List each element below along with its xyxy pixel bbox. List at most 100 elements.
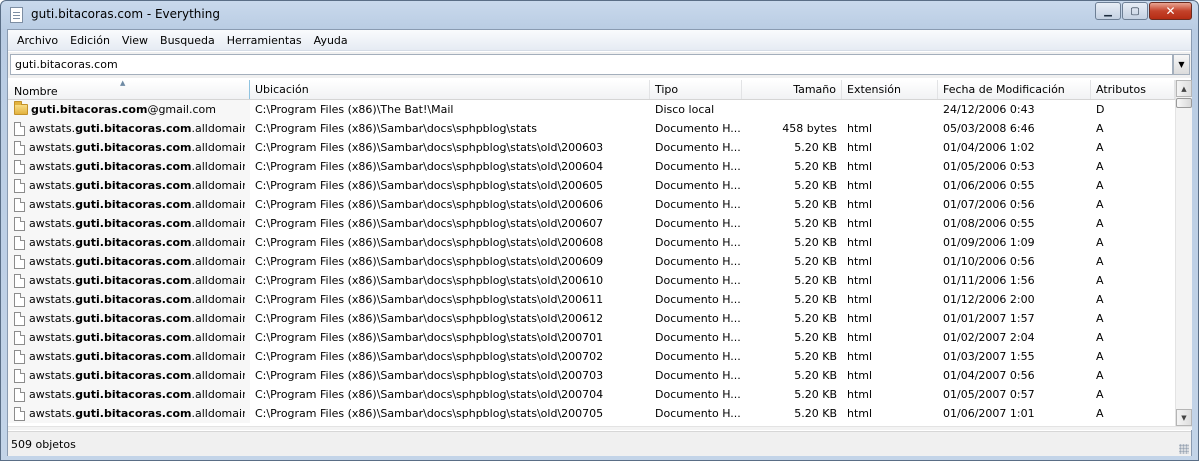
name-suffix: .alldomains.... [191, 141, 246, 154]
table-row[interactable]: awstats.guti.bitacoras.com.alldomains...… [8, 252, 1175, 271]
cell-name[interactable]: awstats.guti.bitacoras.com.alldomains...… [8, 252, 250, 271]
column-tipo[interactable]: Tipo [650, 80, 742, 99]
menu-ayuda[interactable]: Ayuda [308, 34, 354, 47]
cell-size: 5.20 KB [794, 331, 837, 344]
name-suffix: .alldomains.... [191, 407, 246, 420]
cell-name[interactable]: awstats.guti.bitacoras.com.alldomains...… [8, 366, 250, 385]
cell-location: C:\Program Files (x86)\Sambar\docs\sphpb… [255, 331, 604, 344]
column-nombre[interactable]: ▲ Nombre [8, 80, 250, 99]
horizontal-scrollbar[interactable] [8, 426, 1192, 430]
table-row[interactable]: awstats.guti.bitacoras.com.alldomains...… [8, 290, 1175, 309]
column-extension[interactable]: Extensión [842, 80, 938, 99]
table-row[interactable]: guti.bitacoras.com@gmail.com C:\Program F… [8, 100, 1175, 119]
minimize-button[interactable]: ▁ [1095, 2, 1121, 20]
vertical-scrollbar[interactable]: ▲ ▼ [1175, 80, 1192, 426]
menu-herramientas[interactable]: Herramientas [221, 34, 308, 47]
menu-view[interactable]: View [116, 34, 154, 47]
cell-modified: 01/04/2007 0:56 [943, 369, 1035, 382]
table-row[interactable]: awstats.guti.bitacoras.com.alldomains...… [8, 328, 1175, 347]
column-fecha[interactable]: Fecha de Modificación [938, 80, 1091, 99]
cell-modified: 01/06/2007 1:01 [943, 407, 1035, 420]
file-name: awstats.guti.bitacoras.com.alldomains...… [29, 195, 245, 214]
table-row[interactable]: awstats.guti.bitacoras.com.alldomains...… [8, 157, 1175, 176]
name-match: guti.bitacoras.com [75, 274, 192, 287]
app-window: guti.bitacoras.com - Everything ▁ ▢ ✕ Ar… [0, 0, 1199, 461]
name-suffix: .alldomains.... [191, 179, 246, 192]
name-prefix: awstats. [29, 350, 76, 363]
name-prefix: awstats. [29, 236, 76, 249]
table-row[interactable]: awstats.guti.bitacoras.com.alldomains...… [8, 195, 1175, 214]
cell-name[interactable]: awstats.guti.bitacoras.com.alldomains...… [8, 328, 250, 347]
file-name: guti.bitacoras.com@gmail.com [31, 100, 216, 119]
name-match: guti.bitacoras.com [75, 236, 192, 249]
cell-extension: html [847, 388, 873, 401]
cell-type: Documento H... [655, 293, 741, 306]
cell-name[interactable]: awstats.guti.bitacoras.com.alldomains...… [8, 195, 250, 214]
table-row[interactable]: awstats.guti.bitacoras.com.alldomains...… [8, 347, 1175, 366]
table-row[interactable]: awstats.guti.bitacoras.com.alldomains...… [8, 176, 1175, 195]
maximize-button[interactable]: ▢ [1122, 2, 1148, 20]
name-prefix: awstats. [29, 293, 76, 306]
table-row[interactable]: awstats.guti.bitacoras.com.alldomains...… [8, 309, 1175, 328]
title-bar[interactable]: guti.bitacoras.com - Everything ▁ ▢ ✕ [1, 1, 1198, 29]
column-atributos[interactable]: Atributos [1091, 80, 1175, 99]
table-row[interactable]: awstats.guti.bitacoras.com.alldomains...… [8, 271, 1175, 290]
scroll-up-button[interactable]: ▲ [1176, 80, 1192, 97]
cell-size [742, 100, 842, 119]
cell-extension: html [847, 141, 873, 154]
table-row[interactable]: awstats.guti.bitacoras.com.alldomains...… [8, 233, 1175, 252]
cell-name[interactable]: awstats.guti.bitacoras.com.alldomains...… [8, 214, 250, 233]
table-row[interactable]: awstats.guti.bitacoras.com.alldomains...… [8, 138, 1175, 157]
cell-attributes: A [1096, 407, 1104, 420]
column-tamano[interactable]: Tamaño [742, 80, 842, 99]
cell-name[interactable]: awstats.guti.bitacoras.com.alldomains...… [8, 233, 250, 252]
cell-type: Documento H... [655, 388, 741, 401]
menu-archivo[interactable]: Archivo [11, 34, 64, 47]
name-prefix: awstats. [29, 312, 76, 325]
cell-name[interactable]: awstats.guti.bitacoras.com.alldomains...… [8, 290, 250, 309]
cell-name[interactable]: awstats.guti.bitacoras.com.alldomains...… [8, 347, 250, 366]
cell-type: Documento H... [655, 255, 741, 268]
menu-busqueda[interactable]: Busqueda [154, 34, 221, 47]
scroll-down-button[interactable]: ▼ [1176, 409, 1192, 426]
cell-name[interactable]: awstats.guti.bitacoras.com.alldomains...… [8, 119, 250, 138]
cell-name[interactable]: awstats.guti.bitacoras.com.alldomains...… [8, 271, 250, 290]
table-row[interactable]: awstats.guti.bitacoras.com.alldomains...… [8, 404, 1175, 423]
cell-name[interactable]: awstats.guti.bitacoras.com.alldomains...… [8, 404, 250, 423]
menu-edicion[interactable]: Edición [64, 34, 116, 47]
table-row[interactable]: awstats.guti.bitacoras.com.alldomains...… [8, 366, 1175, 385]
cell-extension: html [847, 122, 873, 135]
cell-type: Documento H... [655, 274, 741, 287]
cell-modified: 01/05/2007 0:57 [943, 388, 1035, 401]
cell-modified: 01/01/2007 1:57 [943, 312, 1035, 325]
file-name: awstats.guti.bitacoras.com.alldomains...… [29, 347, 245, 366]
cell-attributes: A [1096, 293, 1104, 306]
name-prefix: awstats. [29, 274, 76, 287]
name-match: guti.bitacoras.com [75, 141, 192, 154]
cell-location: C:\Program Files (x86)\Sambar\docs\sphpb… [255, 217, 604, 230]
cell-name[interactable]: awstats.guti.bitacoras.com.alldomains...… [8, 385, 250, 404]
cell-location: C:\Program Files (x86)\Sambar\docs\sphpb… [255, 236, 604, 249]
cell-name[interactable]: awstats.guti.bitacoras.com.alldomains...… [8, 138, 250, 157]
cell-attributes: A [1096, 369, 1104, 382]
table-row[interactable]: awstats.guti.bitacoras.com.alldomains...… [8, 385, 1175, 404]
table-row[interactable]: awstats.guti.bitacoras.com.alldomains...… [8, 119, 1175, 138]
status-bar: 509 objetos [8, 431, 1191, 456]
cell-name[interactable]: guti.bitacoras.com@gmail.com [8, 100, 250, 119]
table-row[interactable]: awstats.guti.bitacoras.com.alldomains...… [8, 214, 1175, 233]
name-prefix: awstats. [29, 255, 76, 268]
column-ubicacion[interactable]: Ubicación [250, 80, 650, 99]
search-history-dropdown[interactable]: ▼ [1173, 54, 1190, 75]
name-prefix: awstats. [29, 198, 76, 211]
cell-name[interactable]: awstats.guti.bitacoras.com.alldomains...… [8, 309, 250, 328]
close-button[interactable]: ✕ [1149, 2, 1192, 20]
search-input[interactable] [10, 54, 1173, 75]
name-prefix: awstats. [29, 407, 76, 420]
scroll-thumb[interactable] [1176, 98, 1192, 108]
name-suffix: .alldomains.... [191, 160, 246, 173]
cell-attributes: A [1096, 274, 1104, 287]
cell-name[interactable]: awstats.guti.bitacoras.com.alldomains...… [8, 176, 250, 195]
cell-name[interactable]: awstats.guti.bitacoras.com.alldomains...… [8, 157, 250, 176]
cell-location: C:\Program Files (x86)\Sambar\docs\sphpb… [255, 179, 604, 192]
resize-grip-icon[interactable] [1179, 444, 1189, 454]
